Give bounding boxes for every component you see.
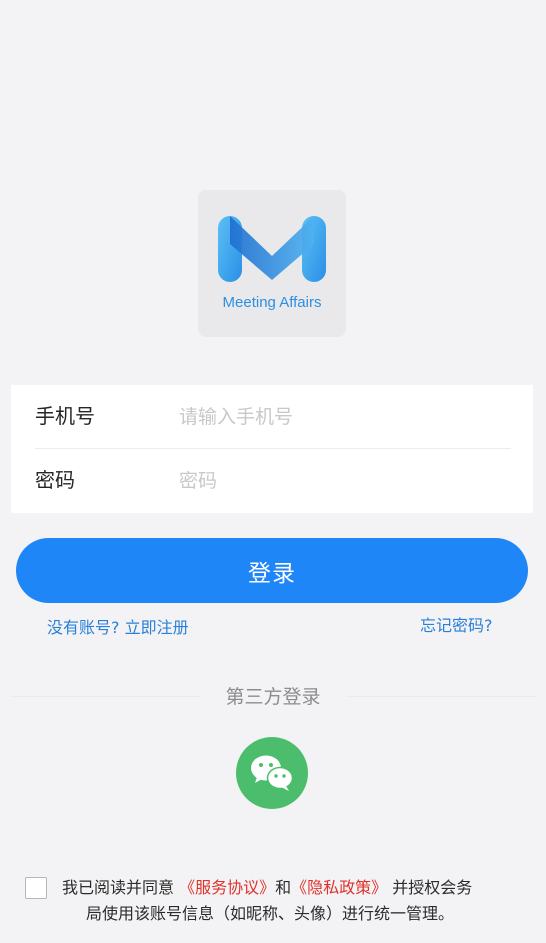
login-button[interactable]: 登录 <box>16 538 528 603</box>
password-row: 密码 <box>11 449 533 512</box>
phone-row: 手机号 <box>11 385 533 449</box>
phone-input[interactable] <box>179 397 509 437</box>
wechat-icon <box>251 755 294 791</box>
agreement-and: 和 <box>275 878 292 897</box>
logo-m-icon <box>218 216 326 282</box>
agreement-prefix: 我已阅读并同意 <box>62 878 180 897</box>
agreement-text: 我已阅读并同意 《服务协议》和《隐私政策》 并授权会务 局使用该账号信息（如昵称… <box>62 875 532 927</box>
app-logo: Meeting Affairs <box>198 190 346 337</box>
divider-right <box>346 696 536 697</box>
wechat-login-button[interactable] <box>236 737 308 809</box>
agreement-checkbox[interactable] <box>25 877 47 899</box>
agreement-suffix: 并授权会务 <box>387 878 473 897</box>
agreement-line2: 局使用该账号信息（如昵称、头像）进行统一管理。 <box>86 904 455 923</box>
logo-text: Meeting Affairs <box>222 294 322 311</box>
password-label: 密码 <box>35 468 75 492</box>
register-link[interactable]: 没有账号? 立即注册 <box>47 614 189 638</box>
forgot-password-link[interactable]: 忘记密码? <box>420 612 493 636</box>
phone-label: 手机号 <box>35 404 95 428</box>
password-input[interactable] <box>179 461 509 501</box>
service-agreement-link[interactable]: 《服务协议》 <box>179 878 275 897</box>
login-form: 手机号 密码 <box>11 385 533 513</box>
privacy-policy-link[interactable]: 《隐私政策》 <box>291 878 387 897</box>
